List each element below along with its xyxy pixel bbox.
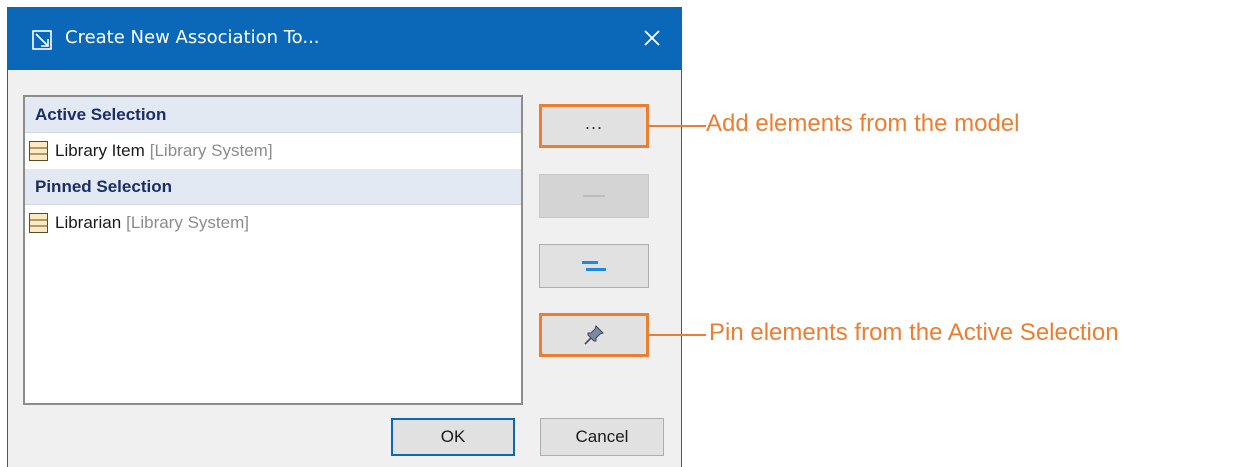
equal-button[interactable] (539, 244, 649, 288)
dialog-titlebar: Create New Association To... (8, 7, 681, 70)
item-owner: [Library System] (149, 141, 273, 160)
dialog-title: Create New Association To... (65, 27, 320, 48)
close-icon (644, 30, 660, 46)
item-name: Librarian (55, 213, 122, 232)
create-association-dialog: Create New Association To... Active Sele… (7, 7, 682, 467)
pin-icon (584, 325, 604, 345)
callout-line (648, 125, 706, 127)
association-icon (32, 30, 52, 50)
class-icon (29, 141, 48, 161)
callout-add-elements: Add elements from the model (706, 110, 1020, 137)
equal-icon (582, 261, 606, 271)
class-icon (29, 213, 48, 233)
remove-button[interactable] (539, 174, 649, 218)
ok-button[interactable]: OK (391, 418, 515, 456)
list-item[interactable]: Librarian [Library System] (25, 205, 521, 241)
close-button[interactable] (639, 25, 665, 51)
callout-pin-elements: Pin elements from the Active Selection (709, 319, 1119, 346)
item-name: Library Item (55, 141, 145, 160)
pinned-selection-header: Pinned Selection (25, 169, 521, 205)
callout-line (648, 334, 706, 336)
add-elements-button[interactable]: ... (539, 104, 649, 148)
selection-list[interactable]: Active Selection Library Item [Library S… (23, 95, 523, 405)
ellipsis-label: ... (584, 112, 603, 133)
pin-button[interactable] (539, 313, 649, 357)
minus-icon (583, 195, 605, 197)
item-owner: [Library System] (126, 213, 249, 232)
active-selection-header: Active Selection (25, 97, 521, 133)
list-item[interactable]: Library Item [Library System] (25, 133, 521, 169)
cancel-button[interactable]: Cancel (540, 418, 664, 456)
